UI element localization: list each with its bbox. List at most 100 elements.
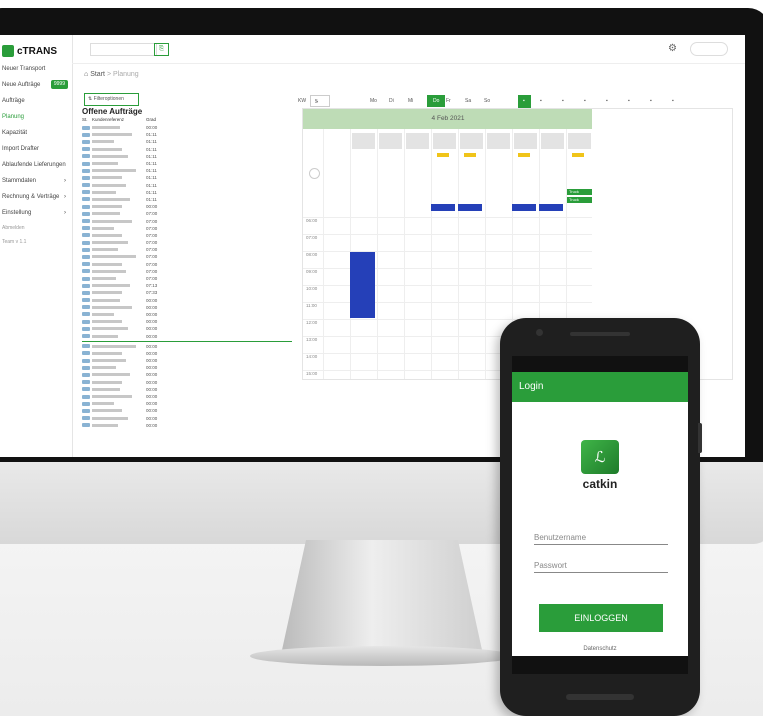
status-icon[interactable]: [82, 334, 90, 339]
status-icon[interactable]: [82, 183, 90, 188]
sidebar-item-6[interactable]: Ablaufende Lieferungen: [0, 157, 72, 173]
order-row[interactable]: 00:00: [82, 332, 292, 339]
order-row[interactable]: 01:11: [82, 196, 292, 203]
status-icon[interactable]: [82, 168, 90, 173]
order-row[interactable]: 00:00: [82, 304, 292, 311]
status-icon[interactable]: [82, 269, 90, 274]
day-button[interactable]: Sa: [465, 95, 471, 107]
status-icon[interactable]: [82, 423, 90, 428]
day-button[interactable]: Fr: [446, 95, 451, 107]
order-row[interactable]: 07:13: [82, 282, 292, 289]
order-row[interactable]: 00:00: [82, 124, 292, 131]
status-icon[interactable]: [82, 305, 90, 310]
order-row[interactable]: 01:11: [82, 167, 292, 174]
day-button[interactable]: Do: [427, 95, 446, 107]
status-icon[interactable]: [82, 219, 90, 224]
day-button[interactable]: Di: [389, 95, 394, 107]
login-button[interactable]: EINLOGGEN: [539, 604, 663, 632]
status-icon[interactable]: [82, 283, 90, 288]
order-row[interactable]: 00:00: [82, 371, 292, 378]
status-icon[interactable]: [82, 197, 90, 202]
status-icon[interactable]: [82, 204, 90, 209]
status-icon[interactable]: [82, 161, 90, 166]
order-row[interactable]: 07:00: [82, 232, 292, 239]
status-icon[interactable]: [82, 387, 90, 392]
sidebar-item-2[interactable]: Aufträge: [0, 93, 72, 109]
order-row[interactable]: 00:00: [82, 379, 292, 386]
order-row[interactable]: 07:00: [82, 275, 292, 282]
order-row[interactable]: 07:00: [82, 268, 292, 275]
status-chip[interactable]: [437, 153, 449, 157]
column-grad[interactable]: Grad: [146, 117, 156, 124]
logout-link[interactable]: Abmelden: [0, 221, 72, 235]
order-row[interactable]: 00:00: [82, 311, 292, 318]
sidebar-item-9[interactable]: Einstellung ›: [0, 205, 72, 221]
day-button[interactable]: So: [484, 95, 490, 107]
order-row[interactable]: 00:00: [82, 386, 292, 393]
search-button[interactable]: ⎘: [154, 43, 169, 56]
order-row[interactable]: 07:00: [82, 239, 292, 246]
day-button[interactable]: Mi: [408, 95, 413, 107]
sidebar-item-4[interactable]: Kapazität: [0, 125, 72, 141]
status-icon[interactable]: [82, 247, 90, 252]
app-logo[interactable]: cTRANS: [0, 35, 72, 61]
search-input[interactable]: [90, 43, 157, 56]
order-row[interactable]: 00:00: [82, 400, 292, 407]
status-icon[interactable]: [82, 416, 90, 421]
order-row[interactable]: 00:00: [82, 422, 292, 429]
order-row[interactable]: 01:11: [82, 138, 292, 145]
planned-transport-event[interactable]: [431, 204, 455, 211]
order-row[interactable]: 00:00: [82, 364, 292, 371]
order-row[interactable]: 00:00: [82, 407, 292, 414]
username-field[interactable]: Benutzername: [534, 531, 668, 545]
order-row[interactable]: 01:11: [82, 146, 292, 153]
planned-transport-event[interactable]: [458, 204, 482, 211]
order-row[interactable]: 07:33: [82, 289, 292, 296]
status-icon[interactable]: [82, 319, 90, 324]
status-icon[interactable]: [82, 139, 90, 144]
status-icon[interactable]: [82, 132, 90, 137]
status-icon[interactable]: [82, 298, 90, 303]
status-icon[interactable]: [82, 240, 90, 245]
order-row[interactable]: 01:11: [82, 174, 292, 181]
status-icon[interactable]: [82, 365, 90, 370]
status-icon[interactable]: [82, 154, 90, 159]
order-row[interactable]: 01:11: [82, 131, 292, 138]
column-status[interactable]: St.: [82, 117, 92, 124]
order-row[interactable]: 01:11: [82, 189, 292, 196]
day-button[interactable]: Mo: [370, 95, 377, 107]
status-icon[interactable]: [82, 358, 90, 363]
status-icon[interactable]: [82, 175, 90, 180]
status-icon[interactable]: [82, 344, 90, 349]
breadcrumb-home[interactable]: Start: [90, 71, 105, 78]
status-icon[interactable]: [82, 233, 90, 238]
sidebar-item-5[interactable]: Import Drafter: [0, 141, 72, 157]
status-icon[interactable]: [82, 290, 90, 295]
status-icon[interactable]: [82, 254, 90, 259]
status-icon[interactable]: [82, 312, 90, 317]
status-icon[interactable]: [82, 351, 90, 356]
order-row[interactable]: 00:00: [82, 325, 292, 332]
status-icon[interactable]: [82, 211, 90, 216]
status-icon[interactable]: [82, 326, 90, 331]
status-icon[interactable]: [82, 226, 90, 231]
status-chip[interactable]: [464, 153, 476, 157]
sidebar-item-3[interactable]: Planung: [0, 109, 72, 125]
filter-button[interactable]: ⇅ Filteroptionen: [84, 93, 139, 106]
home-icon[interactable]: ⌂: [84, 71, 88, 78]
gear-icon[interactable]: ⚙: [668, 43, 677, 54]
status-icon[interactable]: [82, 125, 90, 130]
status-chip[interactable]: [572, 153, 584, 157]
sidebar-item-1[interactable]: Neue Aufträge 9999: [0, 77, 72, 93]
status-icon[interactable]: [82, 408, 90, 413]
order-row[interactable]: 07:00: [82, 261, 292, 268]
order-row[interactable]: 00:00: [82, 203, 292, 210]
order-row[interactable]: 07:00: [82, 225, 292, 232]
privacy-link[interactable]: Datenschutz: [512, 646, 688, 652]
status-icon[interactable]: [82, 147, 90, 152]
planned-transport-event[interactable]: [512, 204, 536, 211]
order-row[interactable]: 00:00: [82, 297, 292, 304]
column-reference[interactable]: Kundenreferenz: [92, 117, 146, 124]
order-row[interactable]: 01:11: [82, 153, 292, 160]
order-row[interactable]: 01:11: [82, 160, 292, 167]
